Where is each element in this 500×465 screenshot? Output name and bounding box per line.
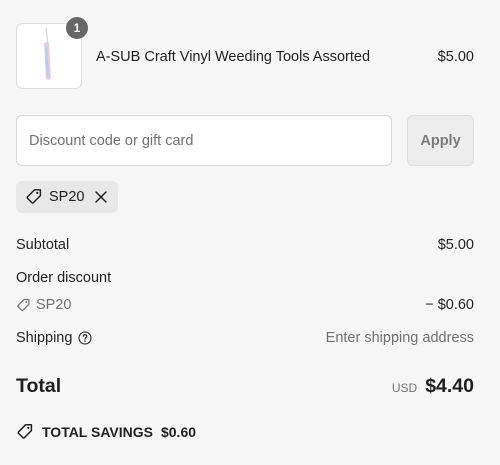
shipping-row: Shipping Enter shipping address bbox=[16, 330, 474, 346]
total-amount: $4.40 bbox=[425, 375, 474, 397]
shipping-label: Shipping bbox=[16, 330, 73, 346]
discount-code-label: SP20 bbox=[36, 297, 72, 313]
total-label: Total bbox=[16, 375, 62, 397]
apply-discount-button[interactable]: Apply bbox=[407, 115, 474, 166]
subtotal-label: Subtotal bbox=[16, 237, 70, 253]
close-icon bbox=[95, 191, 108, 203]
discount-amount: − $0.60 bbox=[425, 297, 474, 313]
remove-discount-button[interactable] bbox=[94, 190, 108, 204]
applied-code-label: SP20 bbox=[49, 189, 85, 205]
order-discount-row: Order discount bbox=[16, 270, 474, 286]
quantity-badge: 1 bbox=[66, 17, 88, 39]
cart-line-item: 1 A-SUB Craft Vinyl Weeding Tools Assort… bbox=[16, 17, 474, 89]
help-circle-icon[interactable] bbox=[78, 331, 92, 345]
tag-icon bbox=[25, 188, 43, 206]
applied-discount-chip: SP20 bbox=[16, 181, 119, 213]
tag-icon bbox=[16, 423, 34, 441]
currency-code: USD bbox=[391, 381, 418, 395]
subtotal-row: Subtotal $5.00 bbox=[16, 237, 474, 253]
product-title: A-SUB Craft Vinyl Weeding Tools Assorted bbox=[96, 49, 371, 65]
discount-code-row: SP20 − $0.60 bbox=[16, 297, 474, 317]
tag-icon bbox=[17, 298, 30, 311]
total-savings: TOTAL SAVINGS $0.60 bbox=[16, 423, 196, 441]
savings-label: TOTAL SAVINGS bbox=[42, 424, 153, 440]
subtotal-value: $5.00 bbox=[437, 237, 474, 253]
shipping-value: Enter shipping address bbox=[325, 330, 474, 346]
order-discount-label: Order discount bbox=[16, 270, 112, 286]
total-row: Total USD $4.40 bbox=[16, 372, 474, 402]
product-price: $5.00 bbox=[437, 49, 474, 65]
discount-code-input[interactable] bbox=[16, 115, 392, 166]
savings-amount: $0.60 bbox=[160, 424, 197, 440]
